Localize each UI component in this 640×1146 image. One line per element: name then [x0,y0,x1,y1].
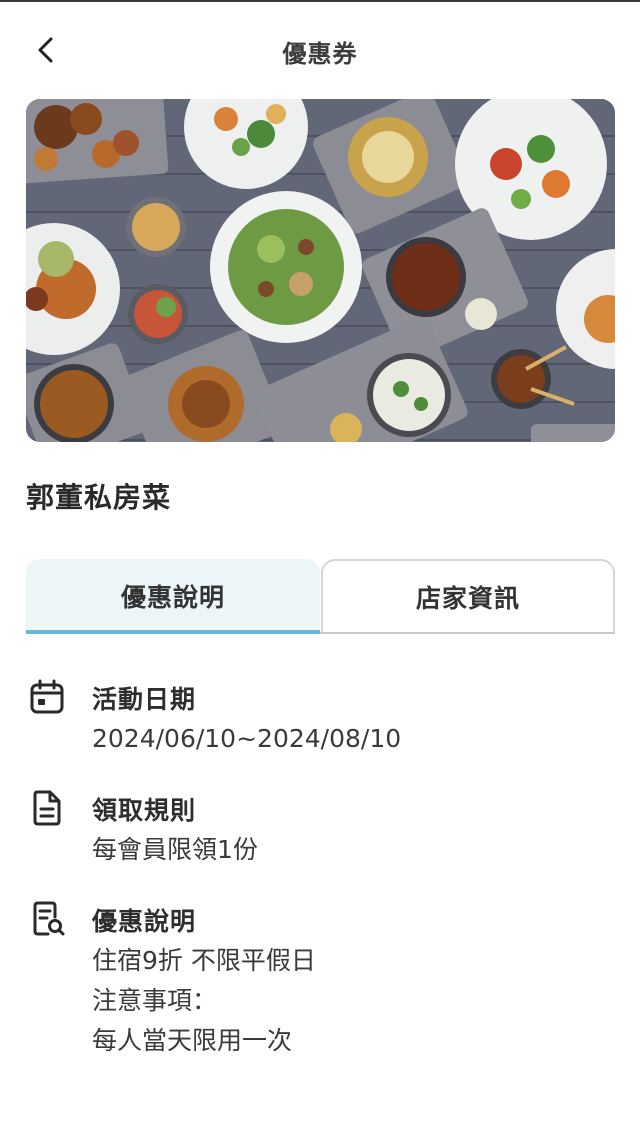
tab-label: 優惠說明 [120,582,225,612]
page-title: 優惠券 [282,40,358,68]
document-search-icon [33,901,65,936]
tab-bar: 優惠說明 店家資訊 [26,559,615,634]
activity-date-title: 活動日期 [92,685,197,714]
claim-rules-title: 領取規則 [92,796,197,825]
activity-date-value: 2024/06/10~2024/08/10 [92,724,402,753]
tab-divider [320,632,615,634]
offer-details-line: 注意事項： [92,986,218,1015]
offer-details-title: 優惠說明 [92,907,197,936]
active-tab-indicator [26,630,320,634]
document-icon [33,790,61,826]
claim-rules-value: 每會員限領1份 [92,835,258,864]
activity-date-section: 活動日期 2024/06/10~2024/08/10 [26,678,615,758]
header: 優惠券 [0,2,640,94]
offer-details-line: 每人當天限用一次 [92,1026,293,1055]
tab-offer-details[interactable]: 優惠說明 [26,559,320,632]
offer-details-section: 優惠說明 住宿9折 不限平假日 注意事項： 每人當天限用一次 [26,900,615,1070]
store-name: 郭董私房菜 [26,481,172,514]
offer-details-line: 住宿9折 不限平假日 [92,946,316,975]
calendar-icon [30,679,64,714]
tab-store-info[interactable]: 店家資訊 [321,559,615,632]
tab-label: 店家資訊 [415,583,520,613]
hero-image [26,99,615,442]
claim-rules-section: 領取規則 每會員限領1份 [26,789,615,869]
